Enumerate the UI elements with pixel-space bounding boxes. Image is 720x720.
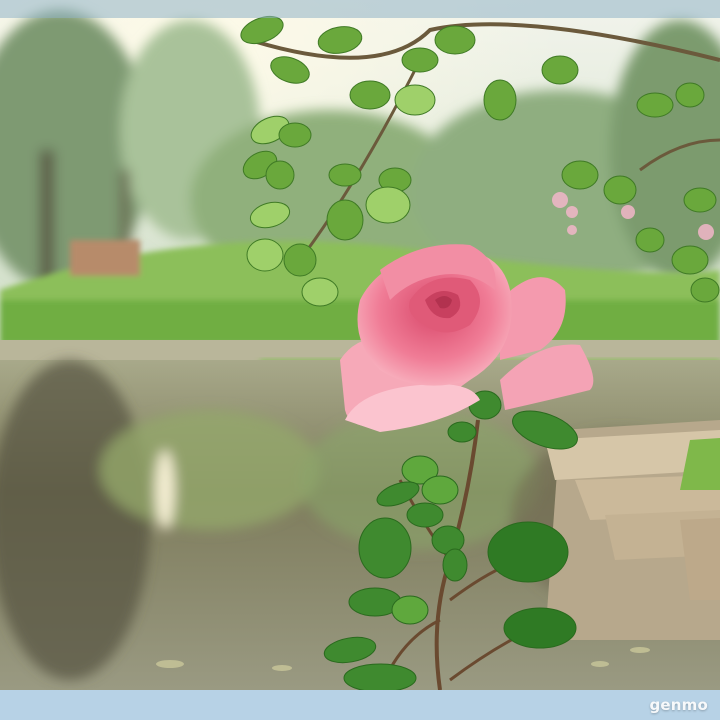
genmo-watermark: genmo — [649, 696, 708, 714]
bottom-strip — [0, 690, 720, 720]
photo-scene — [0, 0, 720, 720]
stone-path — [545, 420, 720, 640]
image-frame: genmo — [0, 0, 720, 720]
top-strip — [0, 0, 720, 18]
